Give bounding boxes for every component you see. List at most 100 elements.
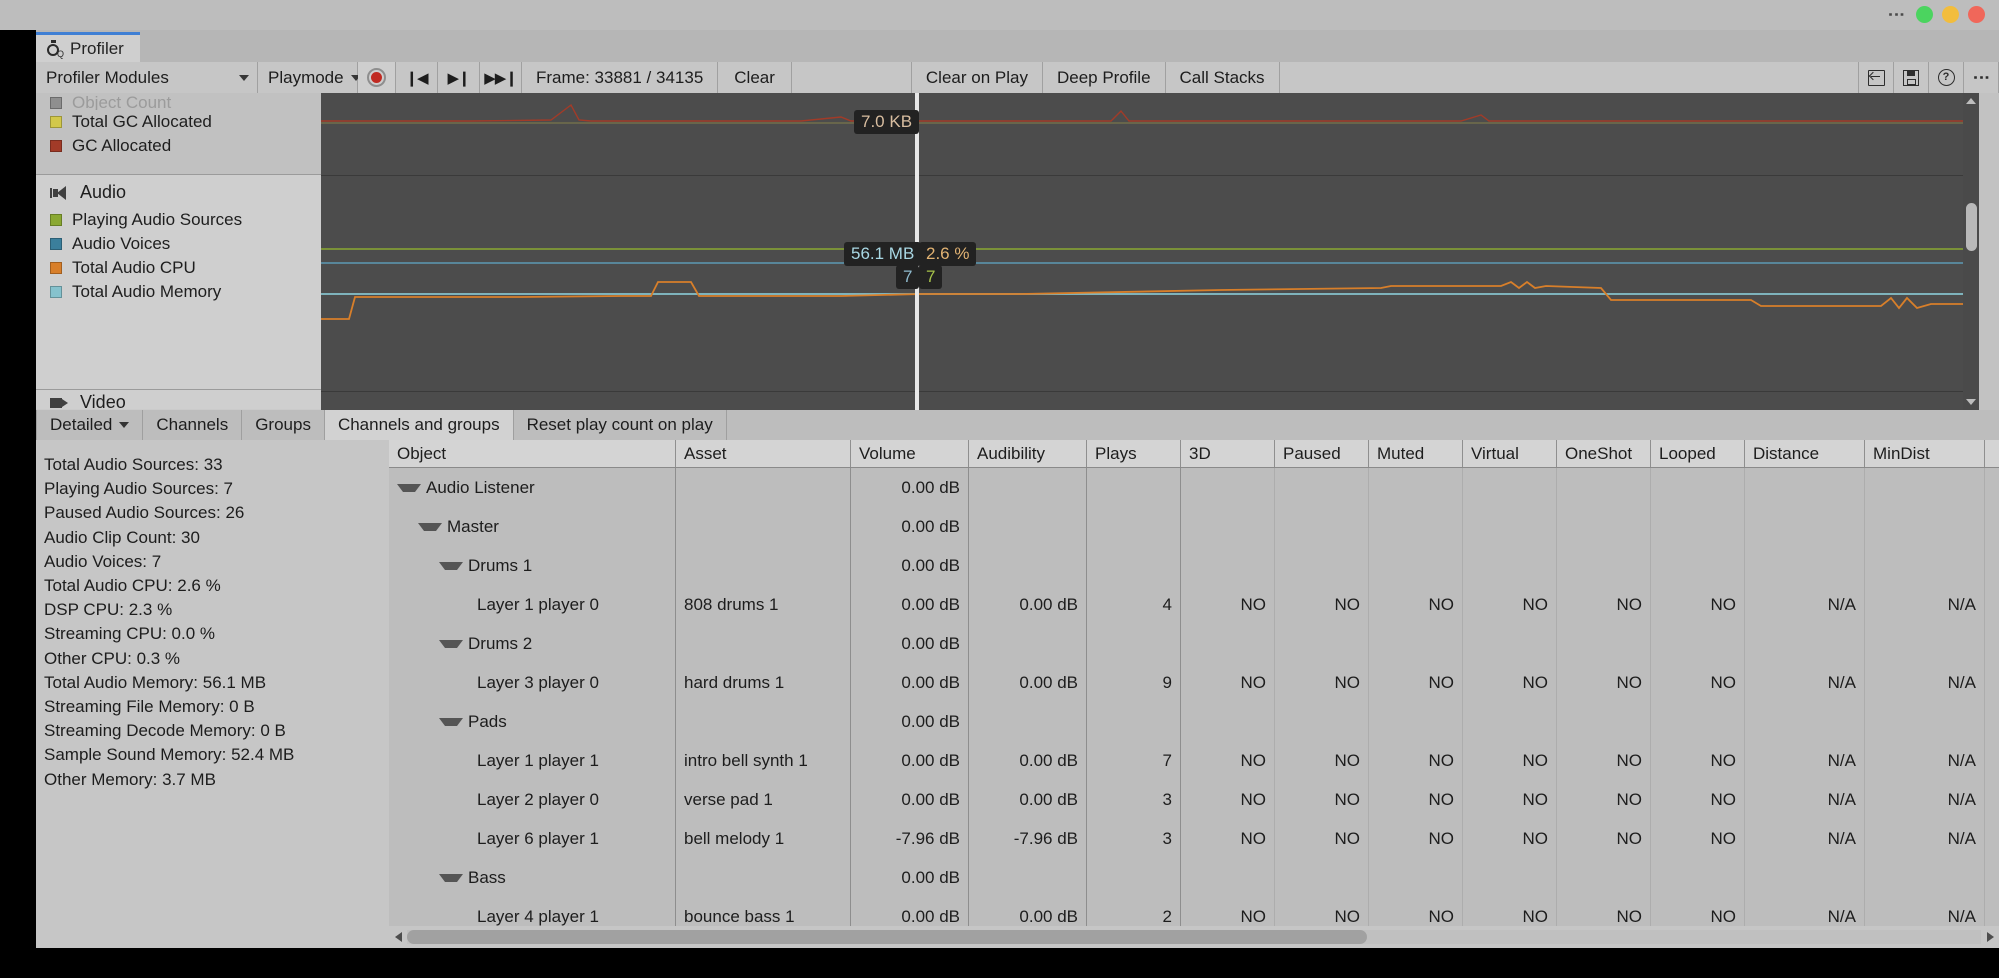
column-header-muted[interactable]: Muted bbox=[1369, 440, 1463, 467]
expander-triangle-icon[interactable] bbox=[439, 873, 463, 882]
cell-mindist: N/A bbox=[1865, 663, 1985, 702]
cell-asset: intro bell synth 1 bbox=[676, 741, 851, 780]
expander-triangle-icon[interactable] bbox=[439, 561, 463, 570]
table-row[interactable]: Pads 0.00 dB bbox=[389, 702, 1999, 741]
audio-stats-pane: Total Audio Sources: 33 Playing Audio So… bbox=[36, 440, 389, 948]
cell-audibility: 0.00 dB bbox=[969, 663, 1087, 702]
cell-virtual bbox=[1463, 624, 1557, 663]
cell-audibility: -7.96 dB bbox=[969, 819, 1087, 858]
load-profile-button[interactable] bbox=[1859, 62, 1894, 93]
stat-streaming-file-memory: Streaming File Memory: 0 B bbox=[44, 697, 255, 717]
column-header-virtual[interactable]: Virtual bbox=[1463, 440, 1557, 467]
table-row[interactable]: Bass 0.00 dB bbox=[389, 858, 1999, 897]
detail-view-dropdown[interactable]: Detailed bbox=[36, 410, 144, 440]
cell-muted: NO bbox=[1369, 585, 1463, 624]
expander-triangle-icon[interactable] bbox=[439, 717, 463, 726]
cell-object: Drums 2 bbox=[389, 624, 676, 663]
legend-total-audio-memory-label: Total Audio Memory bbox=[72, 282, 222, 301]
stat-other-memory: Other Memory: 3.7 MB bbox=[44, 769, 216, 789]
column-header-audibility[interactable]: Audibility bbox=[969, 440, 1087, 467]
clear-button[interactable]: Clear bbox=[718, 62, 792, 93]
column-header-volume[interactable]: Volume bbox=[851, 440, 969, 467]
table-row[interactable]: Drums 2 0.00 dB bbox=[389, 624, 1999, 663]
toolbar-filler bbox=[1279, 62, 1859, 93]
window-maximize-button[interactable] bbox=[1942, 6, 1959, 23]
video-chart[interactable] bbox=[321, 392, 1979, 410]
column-header-mindist[interactable]: MinDist bbox=[1865, 440, 1985, 467]
profiler-modules-dropdown[interactable]: Profiler Modules bbox=[36, 62, 258, 93]
column-header-paused[interactable]: Paused bbox=[1275, 440, 1369, 467]
table-row[interactable]: Layer 1 player 1 intro bell synth 1 0.00 d… bbox=[389, 741, 1999, 780]
table-row[interactable]: Master 0.00 dB bbox=[389, 507, 1999, 546]
table-row[interactable]: Drums 1 0.00 dB bbox=[389, 546, 1999, 585]
tab-groups[interactable]: Groups bbox=[242, 410, 325, 440]
cell-3d: NO bbox=[1181, 585, 1275, 624]
scroll-up-arrow[interactable] bbox=[1963, 93, 1979, 109]
table-row[interactable]: Layer 3 player 0 hard drums 1 0.00 dB 0.00 … bbox=[389, 663, 1999, 702]
cell-mindist bbox=[1865, 858, 1985, 897]
expander-triangle-icon[interactable] bbox=[397, 483, 421, 492]
column-header-looped[interactable]: Looped bbox=[1651, 440, 1745, 467]
module-video[interactable]: Video bbox=[36, 390, 321, 409]
module-memory[interactable]: Object Count Total GC Allocated GC Alloc… bbox=[36, 93, 321, 175]
memory-chart[interactable]: 7.0 KB bbox=[321, 93, 1979, 176]
next-frame-button[interactable]: ▶❙ bbox=[438, 62, 480, 93]
hscroll-thumb[interactable] bbox=[407, 930, 1368, 944]
expander-triangle-icon[interactable] bbox=[418, 522, 442, 531]
more-options-button[interactable]: ⋮ bbox=[1964, 62, 1999, 93]
cell-muted: NO bbox=[1369, 780, 1463, 819]
hscroll-track[interactable] bbox=[407, 930, 1981, 944]
audio-channels-table[interactable]: Object Asset Volume Audibility Plays 3D Paused… bbox=[389, 440, 1999, 948]
cell-plays bbox=[1087, 546, 1181, 585]
chart-canvas-area[interactable]: 7.0 KB 56.1 MB 2.6 % 7 7 bbox=[321, 93, 1979, 410]
table-header-row[interactable]: Object Asset Volume Audibility Plays 3D Paused… bbox=[389, 440, 1999, 468]
scroll-down-arrow[interactable] bbox=[1963, 394, 1979, 410]
table-body[interactable]: Audio Listener 0.00 dB Master 0.00 dB Drums … bbox=[389, 468, 1999, 948]
window-minimize-button[interactable] bbox=[1916, 6, 1933, 23]
legend-audio-voices[interactable]: Audio Voices bbox=[36, 232, 321, 256]
legend-total-gc-allocated[interactable]: Total GC Allocated bbox=[36, 110, 321, 134]
prev-frame-button[interactable]: ❙◀ bbox=[396, 62, 438, 93]
column-header-object[interactable]: Object bbox=[389, 440, 676, 467]
table-row[interactable]: Layer 2 player 0 verse pad 1 0.00 dB 0.00 d… bbox=[389, 780, 1999, 819]
clear-on-play-button[interactable]: Clear on Play bbox=[911, 62, 1043, 93]
os-kebab-icon[interactable]: ⋮ bbox=[1887, 6, 1906, 23]
module-audio[interactable]: Audio Playing Audio Sources Audio Voices… bbox=[36, 175, 321, 390]
playmode-dropdown[interactable]: Playmode bbox=[258, 62, 361, 93]
tab-reset-play-count-on-play[interactable]: Reset play count on play bbox=[513, 410, 727, 440]
table-row[interactable]: Layer 6 player 1 bell melody 1 -7.96 dB -7.… bbox=[389, 819, 1999, 858]
call-stacks-button[interactable]: Call Stacks bbox=[1165, 62, 1280, 93]
charts-vertical-scrollbar[interactable] bbox=[1963, 93, 1979, 410]
column-header-oneshot[interactable]: OneShot bbox=[1557, 440, 1651, 467]
deep-profile-button[interactable]: Deep Profile bbox=[1042, 62, 1166, 93]
tab-channels-and-groups[interactable]: Channels and groups bbox=[324, 410, 514, 440]
legend-playing-audio-sources[interactable]: Playing Audio Sources bbox=[36, 208, 321, 232]
last-frame-button[interactable]: ▶▶❙ bbox=[480, 62, 522, 93]
cell-distance bbox=[1745, 858, 1865, 897]
column-header-asset[interactable]: Asset bbox=[676, 440, 851, 467]
record-button[interactable] bbox=[358, 62, 396, 93]
help-button[interactable]: ? bbox=[1929, 62, 1964, 93]
charts-scroll-thumb[interactable] bbox=[1966, 203, 1977, 251]
table-row[interactable]: Layer 1 player 0 808 drums 1 0.00 dB 0.00 d… bbox=[389, 585, 1999, 624]
legend-total-audio-cpu[interactable]: Total Audio CPU bbox=[36, 256, 321, 280]
cell-volume: 0.00 dB bbox=[851, 741, 969, 780]
window-close-button[interactable] bbox=[1968, 6, 1985, 23]
hscroll-right-arrow[interactable] bbox=[1981, 926, 1999, 948]
audio-chart[interactable]: 56.1 MB 2.6 % 7 7 bbox=[321, 176, 1979, 392]
tab-profiler[interactable]: Q Profiler bbox=[36, 32, 140, 62]
column-header-distance[interactable]: Distance bbox=[1745, 440, 1865, 467]
column-header-3d[interactable]: 3D bbox=[1181, 440, 1275, 467]
save-profile-button[interactable] bbox=[1894, 62, 1929, 93]
module-audio-title: Audio bbox=[80, 182, 127, 202]
tooltip-playing-audio-sources: 7 bbox=[919, 265, 943, 289]
tab-channels[interactable]: Channels bbox=[143, 410, 243, 440]
table-horizontal-scrollbar[interactable] bbox=[389, 926, 1999, 948]
hscroll-left-arrow[interactable] bbox=[389, 926, 407, 948]
cell-paused: NO bbox=[1275, 741, 1369, 780]
legend-gc-allocated[interactable]: GC Allocated bbox=[36, 134, 321, 158]
column-header-plays[interactable]: Plays bbox=[1087, 440, 1181, 467]
legend-total-audio-memory[interactable]: Total Audio Memory bbox=[36, 280, 321, 304]
table-row[interactable]: Audio Listener 0.00 dB bbox=[389, 468, 1999, 507]
expander-triangle-icon[interactable] bbox=[439, 639, 463, 648]
